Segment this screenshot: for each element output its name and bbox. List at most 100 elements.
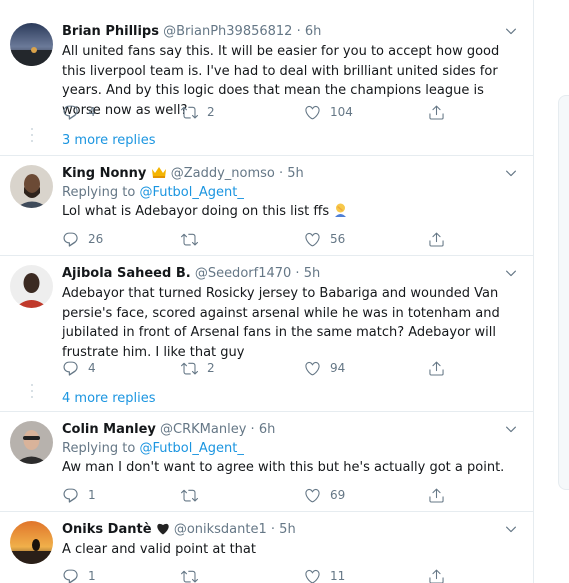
tweet-actions: 26 56: [62, 230, 502, 248]
share-icon: [428, 231, 445, 248]
tweet[interactable]: Brian Phillips @BrianPh39856812 · 6h All…: [0, 0, 534, 128]
tweet-header: Brian Phillips @BrianPh39856812 · 6h: [62, 22, 520, 42]
display-name[interactable]: Brian Phillips: [62, 24, 159, 39]
avatar[interactable]: [10, 421, 53, 464]
display-name[interactable]: Colin Manley: [62, 422, 156, 437]
tweet-actions: 1 11: [62, 567, 502, 583]
reply-count: 1: [88, 569, 96, 583]
avatar[interactable]: [10, 521, 53, 564]
share-icon: [428, 360, 445, 377]
reply-count: 26: [88, 232, 104, 246]
like-button[interactable]: 69: [304, 486, 345, 504]
heart-icon: [304, 360, 321, 377]
crown-emoji: [151, 166, 167, 186]
separator: ·: [295, 266, 300, 281]
avatar[interactable]: [10, 165, 53, 208]
timestamp[interactable]: 6h: [305, 24, 322, 39]
display-name[interactable]: Ajibola Saheed B.: [62, 266, 191, 281]
retweet-count: 2: [207, 361, 215, 375]
tweet-text: Lol what is Adebayor doing on this list …: [62, 202, 520, 224]
replying-to-handle[interactable]: @Futbol_Agent_: [139, 441, 243, 456]
timestamp[interactable]: 6h: [259, 422, 276, 437]
reply-count: 4: [88, 105, 96, 119]
reply-count: 1: [88, 488, 96, 502]
heart-icon: [304, 487, 321, 504]
display-name[interactable]: Oniks Dantè: [62, 522, 152, 537]
black-heart-emoji: [156, 522, 170, 542]
retweet-icon: [181, 104, 198, 121]
avatar[interactable]: [10, 23, 53, 66]
more-replies-link[interactable]: 4 more replies: [62, 389, 156, 409]
tweet-text: A clear and valid point at that: [62, 542, 256, 557]
tweet[interactable]: Colin Manley @CRKManley · 6h Replying to…: [0, 412, 534, 512]
share-icon: [428, 487, 445, 504]
tweet-header: Colin Manley @CRKManley · 6h: [62, 420, 520, 440]
show-more-row[interactable]: 4 more replies: [0, 384, 534, 412]
retweet-button[interactable]: [181, 486, 207, 504]
tweet-actions: 1 69: [62, 486, 502, 504]
user-handle[interactable]: @oniksdante1: [174, 522, 267, 537]
reply-count: 4: [88, 361, 96, 375]
chevron-down-icon[interactable]: [504, 24, 518, 38]
display-name[interactable]: King Nonny: [62, 166, 146, 181]
retweet-button[interactable]: [181, 230, 207, 248]
separator: ·: [279, 166, 284, 181]
like-count: 56: [330, 232, 346, 246]
share-button[interactable]: [428, 486, 445, 504]
retweet-count: 2: [207, 105, 215, 119]
reply-icon: [62, 487, 79, 504]
tweet-text: Adebayor that turned Rosicky jersey to B…: [62, 286, 500, 360]
like-button[interactable]: 94: [304, 359, 345, 377]
reply-button[interactable]: 1: [62, 486, 96, 504]
reply-icon: [62, 104, 79, 121]
chevron-down-icon[interactable]: [504, 166, 518, 180]
tweet[interactable]: Oniks Dantè @oniksdante1 · 5h A clear an…: [0, 512, 534, 583]
replying-to-handle[interactable]: @Futbol_Agent_: [139, 185, 243, 200]
like-count: 11: [330, 569, 346, 583]
reply-button[interactable]: 26: [62, 230, 103, 248]
user-handle[interactable]: @CRKManley: [160, 422, 246, 437]
like-count: 94: [330, 361, 346, 375]
tweet[interactable]: Ajibola Saheed B. @Seedorf1470 · 5h Adeb…: [0, 256, 534, 384]
share-button[interactable]: [428, 230, 445, 248]
heart-icon: [304, 104, 321, 121]
tweet[interactable]: King Nonny @Zaddy_nomso · 5h Replying to…: [0, 156, 534, 256]
retweet-button[interactable]: 2: [181, 103, 215, 121]
reply-button[interactable]: 1: [62, 567, 96, 583]
replying-to-label: Replying to: [62, 441, 136, 456]
share-icon: [428, 104, 445, 121]
user-handle[interactable]: @BrianPh39856812: [163, 24, 292, 39]
retweet-icon: [181, 231, 198, 248]
heart-icon: [304, 568, 321, 583]
retweet-button[interactable]: [181, 567, 207, 583]
reply-button[interactable]: 4: [62, 359, 96, 377]
user-handle[interactable]: @Seedorf1470: [195, 266, 291, 281]
timestamp[interactable]: 5h: [287, 166, 304, 181]
replying-to: Replying to @Futbol_Agent_: [62, 184, 520, 202]
reply-icon: [62, 360, 79, 377]
separator: ·: [250, 422, 255, 437]
avatar[interactable]: [10, 265, 53, 308]
sidebar-card: [558, 95, 569, 490]
like-button[interactable]: 11: [304, 567, 345, 583]
show-more-row[interactable]: 3 more replies: [0, 128, 534, 156]
like-button[interactable]: 104: [304, 103, 353, 121]
share-button[interactable]: [428, 359, 445, 377]
tweet-header: King Nonny @Zaddy_nomso · 5h: [62, 164, 520, 184]
like-button[interactable]: 56: [304, 230, 345, 248]
share-icon: [428, 568, 445, 583]
chevron-down-icon[interactable]: [504, 266, 518, 280]
timestamp[interactable]: 5h: [304, 266, 321, 281]
share-button[interactable]: [428, 103, 445, 121]
chevron-down-icon[interactable]: [504, 522, 518, 536]
more-replies-link[interactable]: 3 more replies: [62, 131, 156, 151]
share-button[interactable]: [428, 567, 445, 583]
user-handle[interactable]: @Zaddy_nomso: [171, 166, 275, 181]
reply-icon: [62, 231, 79, 248]
chevron-down-icon[interactable]: [504, 422, 518, 436]
reply-button[interactable]: 4: [62, 103, 96, 121]
timestamp[interactable]: 5h: [279, 522, 296, 537]
retweet-button[interactable]: 2: [181, 359, 215, 377]
tweet-actions: 4 2 94: [62, 359, 502, 377]
retweet-icon: [181, 487, 198, 504]
